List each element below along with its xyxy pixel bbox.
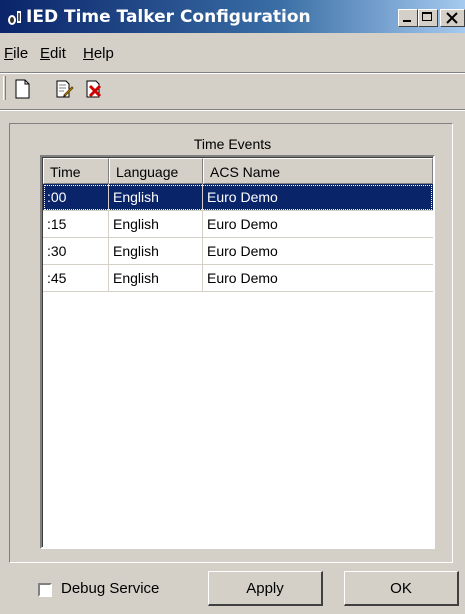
menu-file-accel: F xyxy=(4,45,14,62)
title-bar[interactable]: IED Time Talker Configuration xyxy=(0,0,465,33)
group-title: Time Events xyxy=(193,136,272,152)
edit-document-icon xyxy=(56,80,74,98)
cell-time: :00 xyxy=(43,184,109,210)
toolbar-bottom-divider xyxy=(0,109,465,111)
table-row[interactable]: :00 English Euro Demo xyxy=(43,184,433,211)
column-header-language[interactable]: Language xyxy=(109,158,203,184)
menu-help[interactable]: Help xyxy=(83,45,114,62)
cell-acs-name: Euro Demo xyxy=(207,270,278,286)
debug-service-label[interactable]: Debug Service xyxy=(61,580,159,597)
menu-edit[interactable]: Edit xyxy=(40,45,66,62)
cell-language: English xyxy=(109,184,203,210)
maximize-button[interactable] xyxy=(418,9,438,27)
delete-icon xyxy=(86,80,102,98)
new-button[interactable] xyxy=(9,76,34,101)
column-header-time[interactable]: Time xyxy=(43,158,109,184)
menu-help-accel: H xyxy=(83,45,94,62)
apply-button[interactable]: Apply xyxy=(208,571,323,606)
table-row[interactable]: :45 English Euro Demo xyxy=(43,265,433,292)
cell-acs-name: Euro Demo xyxy=(207,243,278,259)
menu-edit-rest: dit xyxy=(50,45,66,62)
close-icon xyxy=(446,12,458,24)
debug-service-checkbox[interactable] xyxy=(38,583,52,597)
menu-file[interactable]: File xyxy=(4,45,28,62)
cell-time: :30 xyxy=(43,238,109,264)
app-icon[interactable] xyxy=(6,8,24,26)
window-title: IED Time Talker Configuration xyxy=(26,7,311,27)
menu-edit-accel: E xyxy=(40,45,51,62)
cell-time: :15 xyxy=(43,211,109,237)
table-row[interactable]: :30 English Euro Demo xyxy=(43,238,433,265)
table-row[interactable]: :15 English Euro Demo xyxy=(43,211,433,238)
cell-time: :45 xyxy=(43,265,109,291)
close-button[interactable] xyxy=(440,9,465,27)
list-body: Time Language ACS Name :00 English Euro … xyxy=(42,157,433,547)
column-header-acs-name[interactable]: ACS Name xyxy=(203,158,433,184)
edit-button[interactable] xyxy=(51,76,76,101)
menu-help-rest: elp xyxy=(93,45,114,62)
cell-acs-name: Euro Demo xyxy=(207,216,278,232)
maximize-icon xyxy=(422,12,432,21)
cell-language: English xyxy=(109,211,203,237)
cell-language: English xyxy=(109,238,203,264)
ok-button[interactable]: OK xyxy=(344,571,459,606)
time-events-list[interactable]: Time Language ACS Name :00 English Euro … xyxy=(40,155,435,549)
toolbar-grip[interactable] xyxy=(3,76,6,100)
toolbar-top-divider xyxy=(0,72,465,74)
new-document-icon xyxy=(15,79,30,99)
cell-language: English xyxy=(109,265,203,291)
minimize-button[interactable] xyxy=(398,9,418,27)
list-header: Time Language ACS Name xyxy=(43,158,433,184)
minimize-icon xyxy=(403,20,411,22)
menu-file-rest: ile xyxy=(13,45,29,62)
cell-acs-name: Euro Demo xyxy=(207,189,278,205)
menu-bar: File Edit Help xyxy=(0,33,465,66)
delete-button[interactable] xyxy=(81,76,106,101)
